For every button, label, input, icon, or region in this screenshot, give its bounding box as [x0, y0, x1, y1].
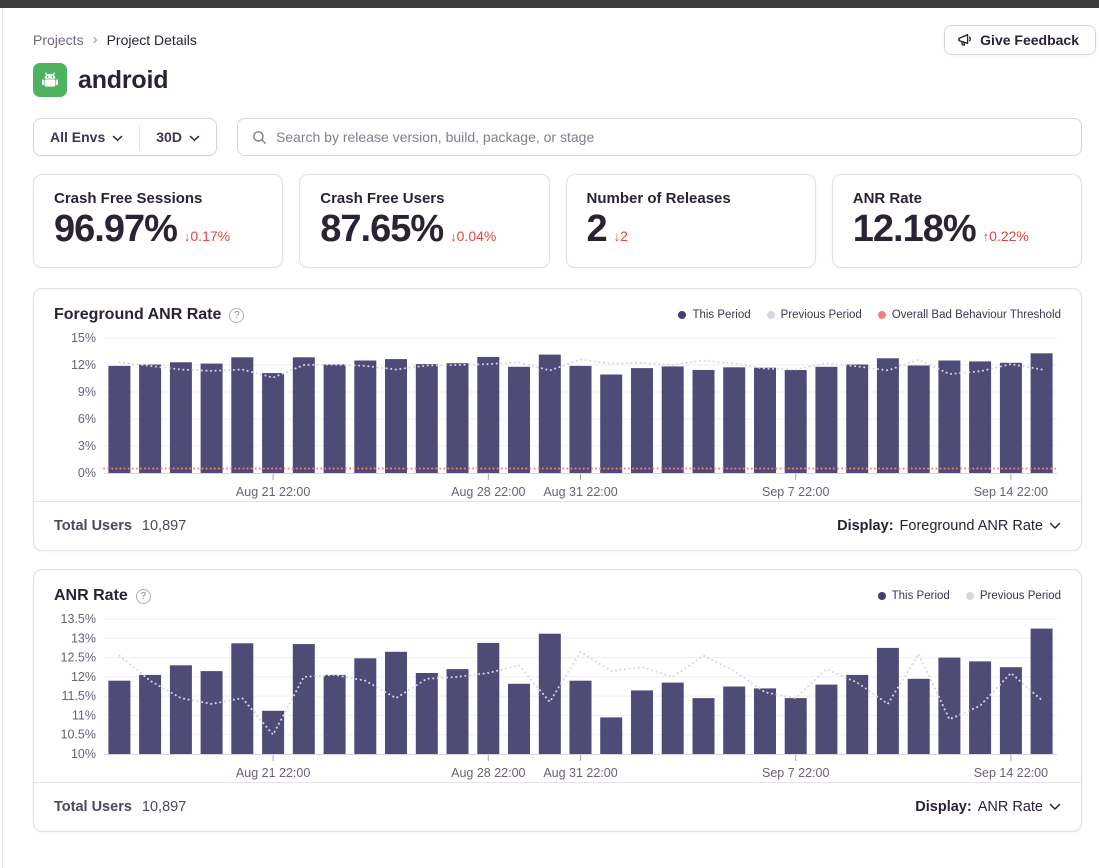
foreground-anr-rate-card: Foreground ANR Rate ? This Period Previou…: [33, 288, 1082, 551]
chart-legend: This Period Previous Period: [878, 590, 1061, 602]
give-feedback-button[interactable]: Give Feedback: [944, 25, 1096, 55]
svg-text:10.5%: 10.5%: [61, 728, 96, 742]
stat-delta: ↓0.17%: [184, 228, 230, 244]
svg-text:13%: 13%: [71, 631, 96, 645]
chart-title: ANR Rate: [54, 587, 128, 605]
stat-value: 12.18%: [853, 208, 976, 251]
legend-dot-icon: [678, 311, 686, 319]
date-range-label: 30D: [156, 129, 182, 145]
svg-text:10%: 10%: [71, 747, 96, 761]
display-value: Foreground ANR Rate: [900, 518, 1043, 534]
stat-value: 2: [587, 208, 607, 251]
legend-dot-icon: [878, 311, 886, 319]
chevron-down-icon: [189, 129, 200, 145]
display-dropdown[interactable]: Display: Foreground ANR Rate: [837, 518, 1061, 534]
stat-card-crash-free-users: Crash Free Users 87.65% ↓0.04%: [299, 174, 549, 268]
svg-text:Sep 7 22:00: Sep 7 22:00: [762, 485, 829, 499]
give-feedback-label: Give Feedback: [980, 32, 1079, 48]
stat-card-crash-free-sessions: Crash Free Sessions 96.97% ↓0.17%: [33, 174, 283, 268]
help-icon[interactable]: ?: [136, 589, 151, 604]
stat-delta: ↑0.22%: [983, 228, 1029, 244]
legend-item[interactable]: Previous Period: [966, 590, 1061, 602]
chart-plot-area: 0% 3% 6% 9% 12% 15% Aug 21 22:00 Aug 28 22:00 Au…: [34, 328, 1081, 501]
legend-dot-icon: [966, 592, 974, 600]
svg-text:11.5%: 11.5%: [61, 689, 96, 703]
anr-rate-card: ANR Rate ? This Period Previous Period 10…: [33, 569, 1082, 832]
chevron-down-icon: [1049, 799, 1061, 815]
chart-plot-area: 10% 10.5% 11% 11.5% 12% 12.5% 13% 13.5% Aug 21 2…: [34, 609, 1081, 782]
stat-card-number-of-releases: Number of Releases 2 ↓2: [566, 174, 816, 268]
svg-text:12%: 12%: [71, 670, 96, 684]
stat-value: 96.97%: [54, 208, 177, 251]
chevron-down-icon: [112, 129, 123, 145]
filter-group: All Envs 30D: [33, 118, 217, 156]
svg-text:3%: 3%: [78, 439, 96, 453]
help-icon[interactable]: ?: [229, 308, 244, 323]
svg-text:15%: 15%: [71, 331, 96, 345]
stats-row: Crash Free Sessions 96.97% ↓0.17% Crash …: [33, 174, 1082, 268]
foreground-anr-rate-chart[interactable]: 0% 3% 6% 9% 12% 15% Aug 21 22:00 Aug 28 22:00 Au…: [54, 330, 1063, 501]
stat-value: 87.65%: [320, 208, 443, 251]
stat-delta: ↓2: [614, 228, 628, 244]
project-details-page: Projects › Project Details Give Feedback: [33, 0, 1082, 832]
stat-label: Crash Free Users: [320, 190, 528, 207]
stat-label: Crash Free Sessions: [54, 190, 262, 207]
stat-delta: ↓0.04%: [450, 228, 496, 244]
svg-text:Aug 31 22:00: Aug 31 22:00: [543, 485, 617, 499]
environment-filter-dropdown[interactable]: All Envs: [34, 119, 139, 155]
environment-filter-label: All Envs: [50, 129, 105, 145]
stat-card-anr-rate: ANR Rate 12.18% ↑0.22%: [832, 174, 1082, 268]
total-users: Total Users 10,897: [54, 518, 186, 534]
total-users: Total Users 10,897: [54, 799, 186, 815]
svg-text:12.5%: 12.5%: [61, 651, 96, 665]
svg-text:9%: 9%: [78, 385, 96, 399]
svg-text:Aug 28 22:00: Aug 28 22:00: [451, 766, 525, 780]
svg-text:11%: 11%: [72, 708, 96, 722]
svg-text:13.5%: 13.5%: [61, 612, 96, 626]
svg-text:Sep 7 22:00: Sep 7 22:00: [762, 766, 829, 780]
legend-dot-icon: [878, 592, 886, 600]
svg-text:Sep 14 22:00: Sep 14 22:00: [974, 766, 1048, 780]
breadcrumb: Projects › Project Details: [33, 8, 1082, 48]
search-icon: [252, 130, 267, 145]
chart-title: Foreground ANR Rate: [54, 306, 221, 324]
android-platform-icon: [33, 63, 67, 97]
legend-item[interactable]: This Period: [678, 309, 750, 321]
chevron-down-icon: [1049, 518, 1061, 534]
svg-text:Aug 21 22:00: Aug 21 22:00: [236, 766, 310, 780]
breadcrumb-projects-link[interactable]: Projects: [33, 32, 84, 48]
chart-legend: This Period Previous Period Overall Bad Be…: [678, 309, 1061, 321]
release-search[interactable]: [237, 118, 1082, 156]
display-value: ANR Rate: [978, 799, 1043, 815]
legend-item[interactable]: Overall Bad Behaviour Threshold: [878, 309, 1061, 321]
svg-text:0%: 0%: [78, 466, 96, 480]
chevron-right-icon: ›: [93, 31, 98, 48]
left-edge-divider: [2, 8, 3, 868]
project-header: android: [33, 63, 1082, 97]
search-input[interactable]: [276, 129, 1067, 145]
svg-text:Sep 14 22:00: Sep 14 22:00: [974, 485, 1048, 499]
svg-text:Aug 31 22:00: Aug 31 22:00: [543, 766, 617, 780]
svg-text:Aug 21 22:00: Aug 21 22:00: [236, 485, 310, 499]
date-range-dropdown[interactable]: 30D: [140, 119, 216, 155]
legend-item[interactable]: Previous Period: [767, 309, 862, 321]
page-title: android: [78, 66, 168, 95]
stat-label: ANR Rate: [853, 190, 1061, 207]
stat-label: Number of Releases: [587, 190, 795, 207]
anr-rate-chart[interactable]: 10% 10.5% 11% 11.5% 12% 12.5% 13% 13.5% Aug 21 2…: [54, 611, 1063, 782]
svg-text:12%: 12%: [71, 358, 96, 372]
total-users-value: 10,897: [142, 518, 186, 534]
breadcrumb-current: Project Details: [107, 32, 197, 48]
filter-bar: All Envs 30D: [33, 118, 1082, 156]
legend-dot-icon: [767, 311, 775, 319]
megaphone-icon: [957, 32, 973, 48]
display-dropdown[interactable]: Display: ANR Rate: [915, 799, 1061, 815]
total-users-value: 10,897: [142, 799, 186, 815]
svg-text:6%: 6%: [78, 412, 96, 426]
legend-item[interactable]: This Period: [878, 590, 950, 602]
svg-text:Aug 28 22:00: Aug 28 22:00: [451, 485, 525, 499]
